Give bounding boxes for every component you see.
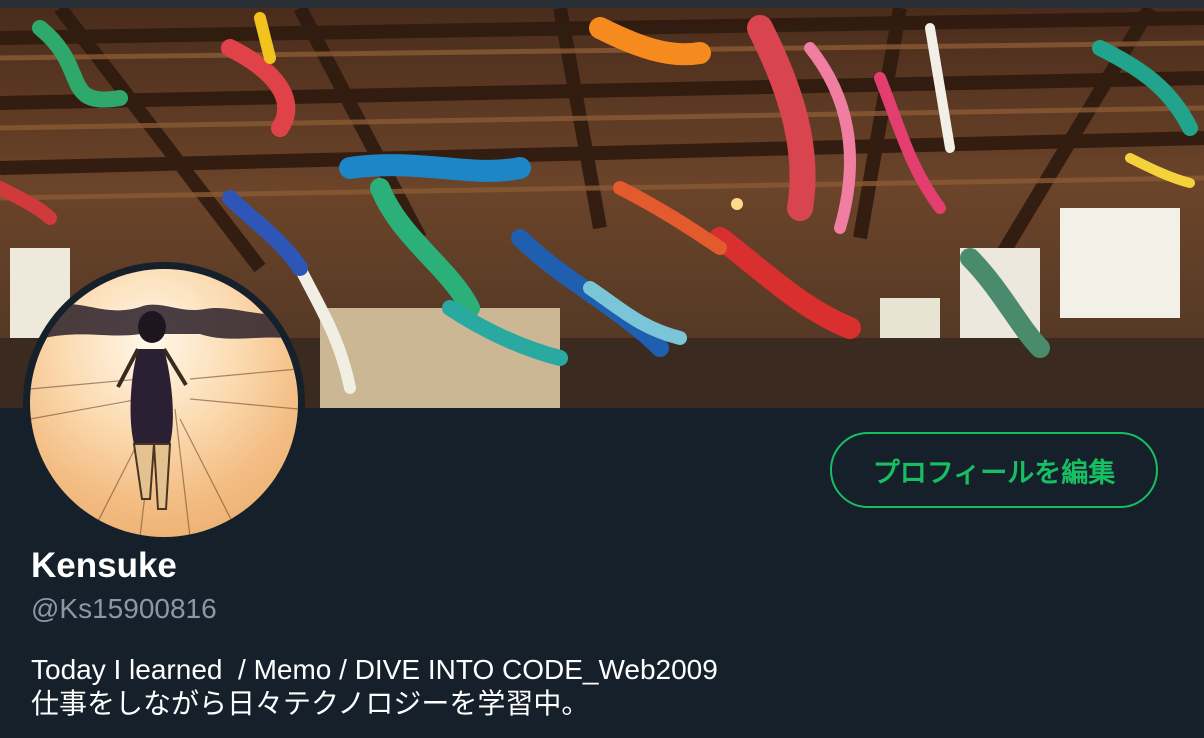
profile-handle: @Ks15900816 [31, 593, 217, 624]
bio-line-2: 仕事をしながら日々テクノロジーを学習中。 [31, 688, 590, 719]
bio-line-1: Today I learned / Memo / DIVE INTO CODE_… [31, 654, 718, 685]
edit-profile-button[interactable]: プロフィールを編集 [830, 432, 1158, 508]
profile-bio: Today I learned / Memo / DIVE INTO CODE_… [31, 653, 718, 721]
profile-display-name: Kensuke [31, 546, 177, 585]
window-top-edge [0, 0, 1204, 8]
profile-avatar[interactable] [23, 262, 305, 544]
avatar-image [30, 269, 298, 537]
